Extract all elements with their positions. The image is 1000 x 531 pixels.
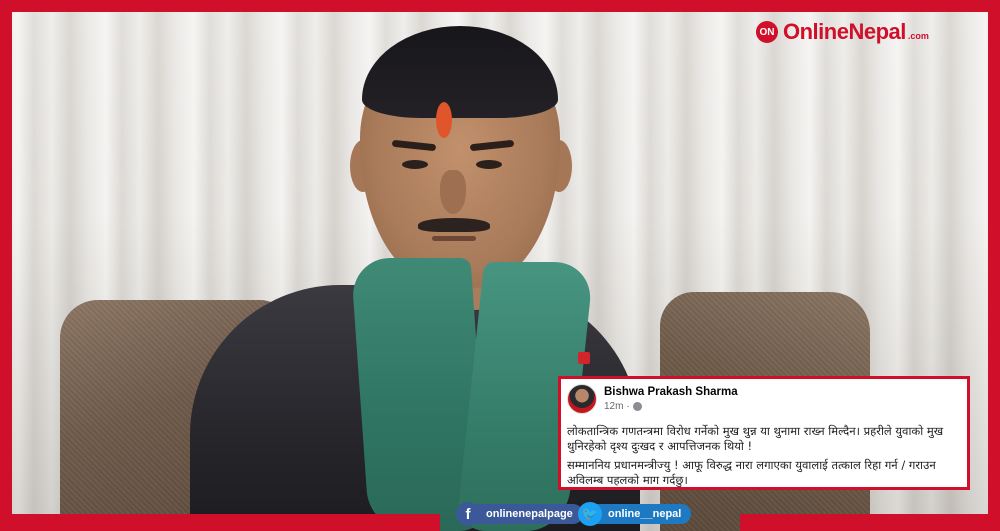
separator-dot: · <box>626 401 630 412</box>
twitter-badge[interactable]: 🐦 online__nepal <box>578 502 692 526</box>
post-body: लोकतान्त्रिक गणतन्त्रमा विरोध गर्नेको मु… <box>567 424 959 488</box>
twitter-handle: online__nepal <box>592 504 692 524</box>
globe-icon <box>632 402 642 411</box>
facebook-post-card: Bishwa Prakash Sharma 12m · लोकतान्त्रिक… <box>558 376 970 490</box>
twitter-icon: 🐦 <box>578 502 602 526</box>
post-paragraph-2: सम्माननिय प्रधानमन्त्रीज्यु ! आफू विरुद्… <box>567 458 936 487</box>
avatar[interactable] <box>567 384 597 414</box>
post-paragraph-1: लोकतान्त्रिक गणतन्त्रमा विरोध गर्नेको मु… <box>567 424 944 453</box>
facebook-badge[interactable]: f onlinenepalpage <box>456 502 583 526</box>
person-mustache <box>418 218 490 232</box>
logo-wordmark: OnlineNepal <box>783 19 906 44</box>
post-author-name[interactable]: Bishwa Prakash Sharma <box>604 386 738 398</box>
logo-domain: .com <box>907 31 929 41</box>
logo-mark-icon: ON <box>756 21 778 43</box>
post-time-row: 12m · <box>604 401 738 412</box>
frame-border-top <box>0 0 1000 12</box>
news-graphic: ON OnlineNepal .com Bishwa Prakash Sharm… <box>0 0 1000 531</box>
post-header: Bishwa Prakash Sharma 12m · <box>567 384 959 418</box>
person-tika <box>436 102 452 138</box>
post-timestamp[interactable]: 12m <box>604 401 623 412</box>
post-meta: Bishwa Prakash Sharma 12m · <box>604 384 738 412</box>
frame-border-left <box>0 0 12 531</box>
person-mouth <box>432 236 476 241</box>
flag-pin <box>578 352 590 364</box>
frame-border-bottom-left <box>0 514 440 531</box>
person-eye-left <box>402 160 428 169</box>
person-eye-right <box>476 160 502 169</box>
frame-border-right <box>988 0 1000 531</box>
site-logo[interactable]: ON OnlineNepal .com <box>756 19 929 44</box>
person-nose <box>440 170 466 214</box>
facebook-handle: onlinenepalpage <box>470 504 583 524</box>
facebook-icon: f <box>456 502 480 526</box>
frame-border-bottom-right <box>740 514 1000 531</box>
